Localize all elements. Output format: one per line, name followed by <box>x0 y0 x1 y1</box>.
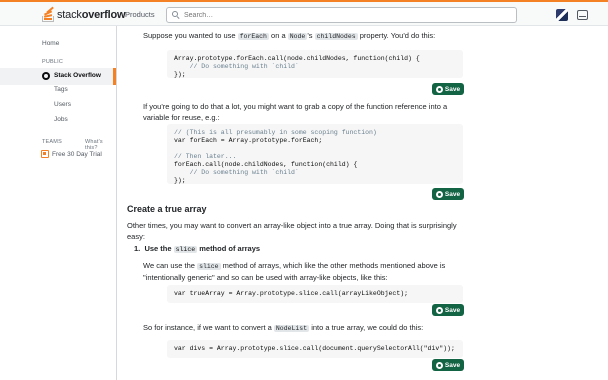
list-item-title: 1. Use the slice method of arrays <box>134 244 261 253</box>
teams-trial-icon <box>41 150 49 158</box>
save-icon <box>435 190 443 198</box>
sidebar-item-users[interactable]: Users <box>54 101 71 108</box>
sidebar-item-stack-overflow[interactable]: Stack Overflow <box>0 68 116 85</box>
free-trial-link[interactable]: Free 30 Day Trial <box>41 150 102 158</box>
user-avatar[interactable] <box>556 9 568 21</box>
save-label: Save <box>444 85 461 93</box>
logo-text-light: stack <box>57 9 82 21</box>
sidebar-item-tags[interactable]: Tags <box>54 86 68 93</box>
paragraph-4: We can use the slice method of arrays, w… <box>143 261 446 282</box>
save-button[interactable]: Save <box>432 188 464 200</box>
products-menu[interactable]: Products <box>125 10 155 19</box>
sidebar-item-jobs[interactable]: Jobs <box>54 116 68 123</box>
sidebar-item-home[interactable]: Home <box>42 40 59 47</box>
save-label: Save <box>444 361 461 369</box>
code-block-4[interactable]: var divs = Array.prototype.slice.call(do… <box>167 340 463 358</box>
sidebar-item-label: Stack Overflow <box>54 72 101 79</box>
code-line: var trueArray = Array.prototype.slice.ca… <box>174 290 409 297</box>
code-line: // (This is all presumably in some scopi… <box>174 129 377 136</box>
save-button[interactable]: Save <box>432 83 464 95</box>
globe-icon <box>42 72 50 80</box>
save-button[interactable]: Save <box>432 359 464 371</box>
save-icon <box>435 361 443 369</box>
save-label: Save <box>444 190 461 198</box>
code-line: }); <box>174 71 186 78</box>
save-label: Save <box>444 306 461 314</box>
code-block-2[interactable]: // (This is all presumably in some scopi… <box>167 124 463 184</box>
stackoverflow-logo-icon <box>42 7 55 22</box>
code-line: // Do something with `child` <box>174 169 299 176</box>
paragraph-2: If you're going to do that a lot, you mi… <box>143 102 448 122</box>
code-line: forEach.call(node.childNodes, function(c… <box>174 161 358 168</box>
sidebar-section-teams: TEAMS <box>42 139 62 145</box>
code-line: Array.prototype.forEach.call(node.childN… <box>174 55 420 62</box>
save-icon <box>435 85 443 93</box>
code-line: // Do something with `child` <box>174 63 299 70</box>
top-bar: stackoverflow Products <box>0 0 608 26</box>
left-sidebar: Home PUBLIC Stack Overflow Tags Users Jo… <box>0 26 117 380</box>
search-box[interactable] <box>166 7 517 23</box>
search-input[interactable] <box>184 11 504 19</box>
save-button[interactable]: Save <box>432 304 464 316</box>
section-heading: Create a true array <box>127 204 207 214</box>
code-line: var forEach = Array.prototype.forEach; <box>174 137 323 144</box>
code-line: }); <box>174 177 186 184</box>
code-block-1[interactable]: Array.prototype.forEach.call(node.childN… <box>167 50 463 78</box>
code-block-3[interactable]: var trueArray = Array.prototype.slice.ca… <box>167 285 463 303</box>
save-icon <box>435 306 443 314</box>
stackoverflow-logo[interactable]: stackoverflow <box>42 7 126 23</box>
intro-paragraph: Suppose you wanted to use forEach on a N… <box>143 31 436 40</box>
sidebar-section-public: PUBLIC <box>42 59 64 65</box>
inbox-icon[interactable] <box>577 10 588 20</box>
code-line: var divs = Array.prototype.slice.call(do… <box>174 345 455 352</box>
logo-text-bold: overflow <box>81 9 126 21</box>
code-line: // Then later... <box>174 153 237 160</box>
paragraph-3: Other times, you may want to convert an … <box>127 221 457 241</box>
free-trial-label: Free 30 Day Trial <box>52 150 102 158</box>
search-icon <box>172 11 180 20</box>
paragraph-5: So for instance, if we want to convert a… <box>143 323 424 332</box>
